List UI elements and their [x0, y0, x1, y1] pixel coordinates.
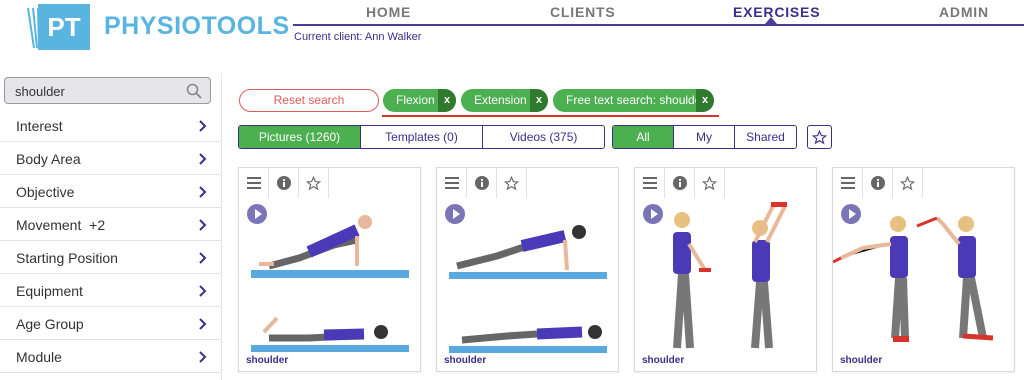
play-icon[interactable] — [643, 204, 663, 224]
filter-list: Interest Body Area Objective Movement +2… — [0, 109, 221, 373]
filter-module[interactable]: Module — [0, 340, 221, 373]
sidebar: shoulder Interest Body Area Objective Mo… — [0, 73, 222, 380]
brand-name: PHYSIOTOOLS — [104, 12, 290, 40]
chip-remove-button[interactable]: x — [696, 89, 714, 112]
card-caption: shoulder — [840, 355, 883, 366]
search-icon[interactable] — [186, 83, 202, 99]
card-toolbar — [635, 168, 816, 198]
filter-label: Module — [16, 349, 62, 365]
top-nav: HOME CLIENTS EXERCISES ADMIN — [293, 0, 1024, 26]
chip-label: Flexion — [396, 93, 435, 107]
card-toolbar — [833, 168, 1014, 198]
card-caption: shoulder — [642, 355, 685, 366]
filter-equipment[interactable]: Equipment — [0, 274, 221, 307]
info-icon[interactable] — [665, 168, 695, 198]
filter-starting-position[interactable]: Starting Position — [0, 241, 221, 274]
filter-label: Body Area — [16, 151, 81, 167]
tab-shared[interactable]: Shared — [735, 126, 796, 148]
filter-label: Equipment — [16, 283, 83, 299]
info-icon[interactable] — [467, 168, 497, 198]
chevron-right-icon — [199, 285, 207, 297]
exercise-illustration — [449, 225, 607, 353]
chip-free-text: Free text search: shoulder x — [553, 89, 714, 112]
menu-icon[interactable] — [833, 168, 863, 198]
card-toolbar — [437, 168, 618, 198]
logo[interactable]: PT — [38, 4, 90, 50]
card-caption: shoulder — [444, 355, 487, 366]
owner-tabs: All My Shared — [612, 125, 797, 149]
info-icon[interactable] — [863, 168, 893, 198]
filter-label: Movement +2 — [16, 217, 106, 233]
exercise-illustration — [673, 202, 787, 349]
filter-objective[interactable]: Objective — [0, 175, 221, 208]
nav-admin[interactable]: ADMIN — [939, 4, 989, 20]
current-client: Current client: Ann Walker — [294, 31, 422, 43]
nav-home[interactable]: HOME — [366, 4, 411, 20]
chip-label: Extension — [474, 93, 527, 107]
info-icon[interactable] — [269, 168, 299, 198]
card-toolbar — [239, 168, 420, 198]
chevron-right-icon — [199, 252, 207, 264]
chevron-right-icon — [199, 318, 207, 330]
exercise-illustration — [833, 216, 994, 342]
reset-search-button[interactable]: Reset search — [239, 89, 379, 112]
chip-label: Free text search: shoulder — [566, 93, 706, 107]
tab-pictures[interactable]: Pictures (1260) — [239, 126, 361, 148]
star-icon[interactable] — [893, 168, 923, 198]
exercise-card[interactable]: shoulder — [238, 167, 421, 372]
filter-label: Starting Position — [16, 250, 118, 266]
filter-label: Interest — [16, 118, 63, 134]
play-icon[interactable] — [841, 204, 861, 224]
chip-remove-button[interactable]: x — [438, 89, 456, 112]
star-icon[interactable] — [695, 168, 725, 198]
nav-clients[interactable]: CLIENTS — [550, 4, 616, 20]
star-icon[interactable] — [299, 168, 329, 198]
nav-active-caret — [765, 17, 777, 24]
media-type-tabs: Pictures (1260) Templates (0) Videos (37… — [238, 125, 605, 149]
menu-icon[interactable] — [635, 168, 665, 198]
card-caption: shoulder — [246, 355, 289, 366]
menu-icon[interactable] — [437, 168, 467, 198]
chevron-right-icon — [199, 120, 207, 132]
exercise-illustration — [251, 215, 409, 352]
chips-underline — [382, 115, 719, 117]
chip-remove-button[interactable]: x — [530, 89, 548, 112]
star-icon — [812, 129, 827, 144]
star-icon[interactable] — [497, 168, 527, 198]
filter-label: Objective — [16, 184, 75, 200]
tab-templates[interactable]: Templates (0) — [361, 126, 483, 148]
play-icon[interactable] — [247, 204, 267, 224]
chevron-right-icon — [199, 186, 207, 198]
filter-label: Age Group — [16, 316, 84, 332]
filter-body-area[interactable]: Body Area — [0, 142, 221, 175]
search-input[interactable]: shoulder — [4, 77, 211, 104]
tab-my[interactable]: My — [674, 126, 735, 148]
search-value: shoulder — [15, 84, 65, 99]
tab-videos[interactable]: Videos (375) — [483, 126, 604, 148]
menu-icon[interactable] — [239, 168, 269, 198]
chip-extension: Extension x — [461, 89, 548, 112]
chip-flexion: Flexion x — [383, 89, 456, 112]
exercise-card[interactable]: shoulder — [634, 167, 817, 372]
play-icon[interactable] — [445, 204, 465, 224]
favorites-filter-button[interactable] — [807, 125, 832, 149]
filter-interest[interactable]: Interest — [0, 109, 221, 142]
chevron-right-icon — [199, 351, 207, 363]
filter-age-group[interactable]: Age Group — [0, 307, 221, 340]
chevron-right-icon — [199, 153, 207, 165]
exercise-card[interactable]: shoulder — [832, 167, 1015, 372]
filter-movement[interactable]: Movement +2 — [0, 208, 221, 241]
exercise-card[interactable]: shoulder — [436, 167, 619, 372]
chevron-right-icon — [199, 219, 207, 231]
tab-all[interactable]: All — [613, 126, 674, 148]
